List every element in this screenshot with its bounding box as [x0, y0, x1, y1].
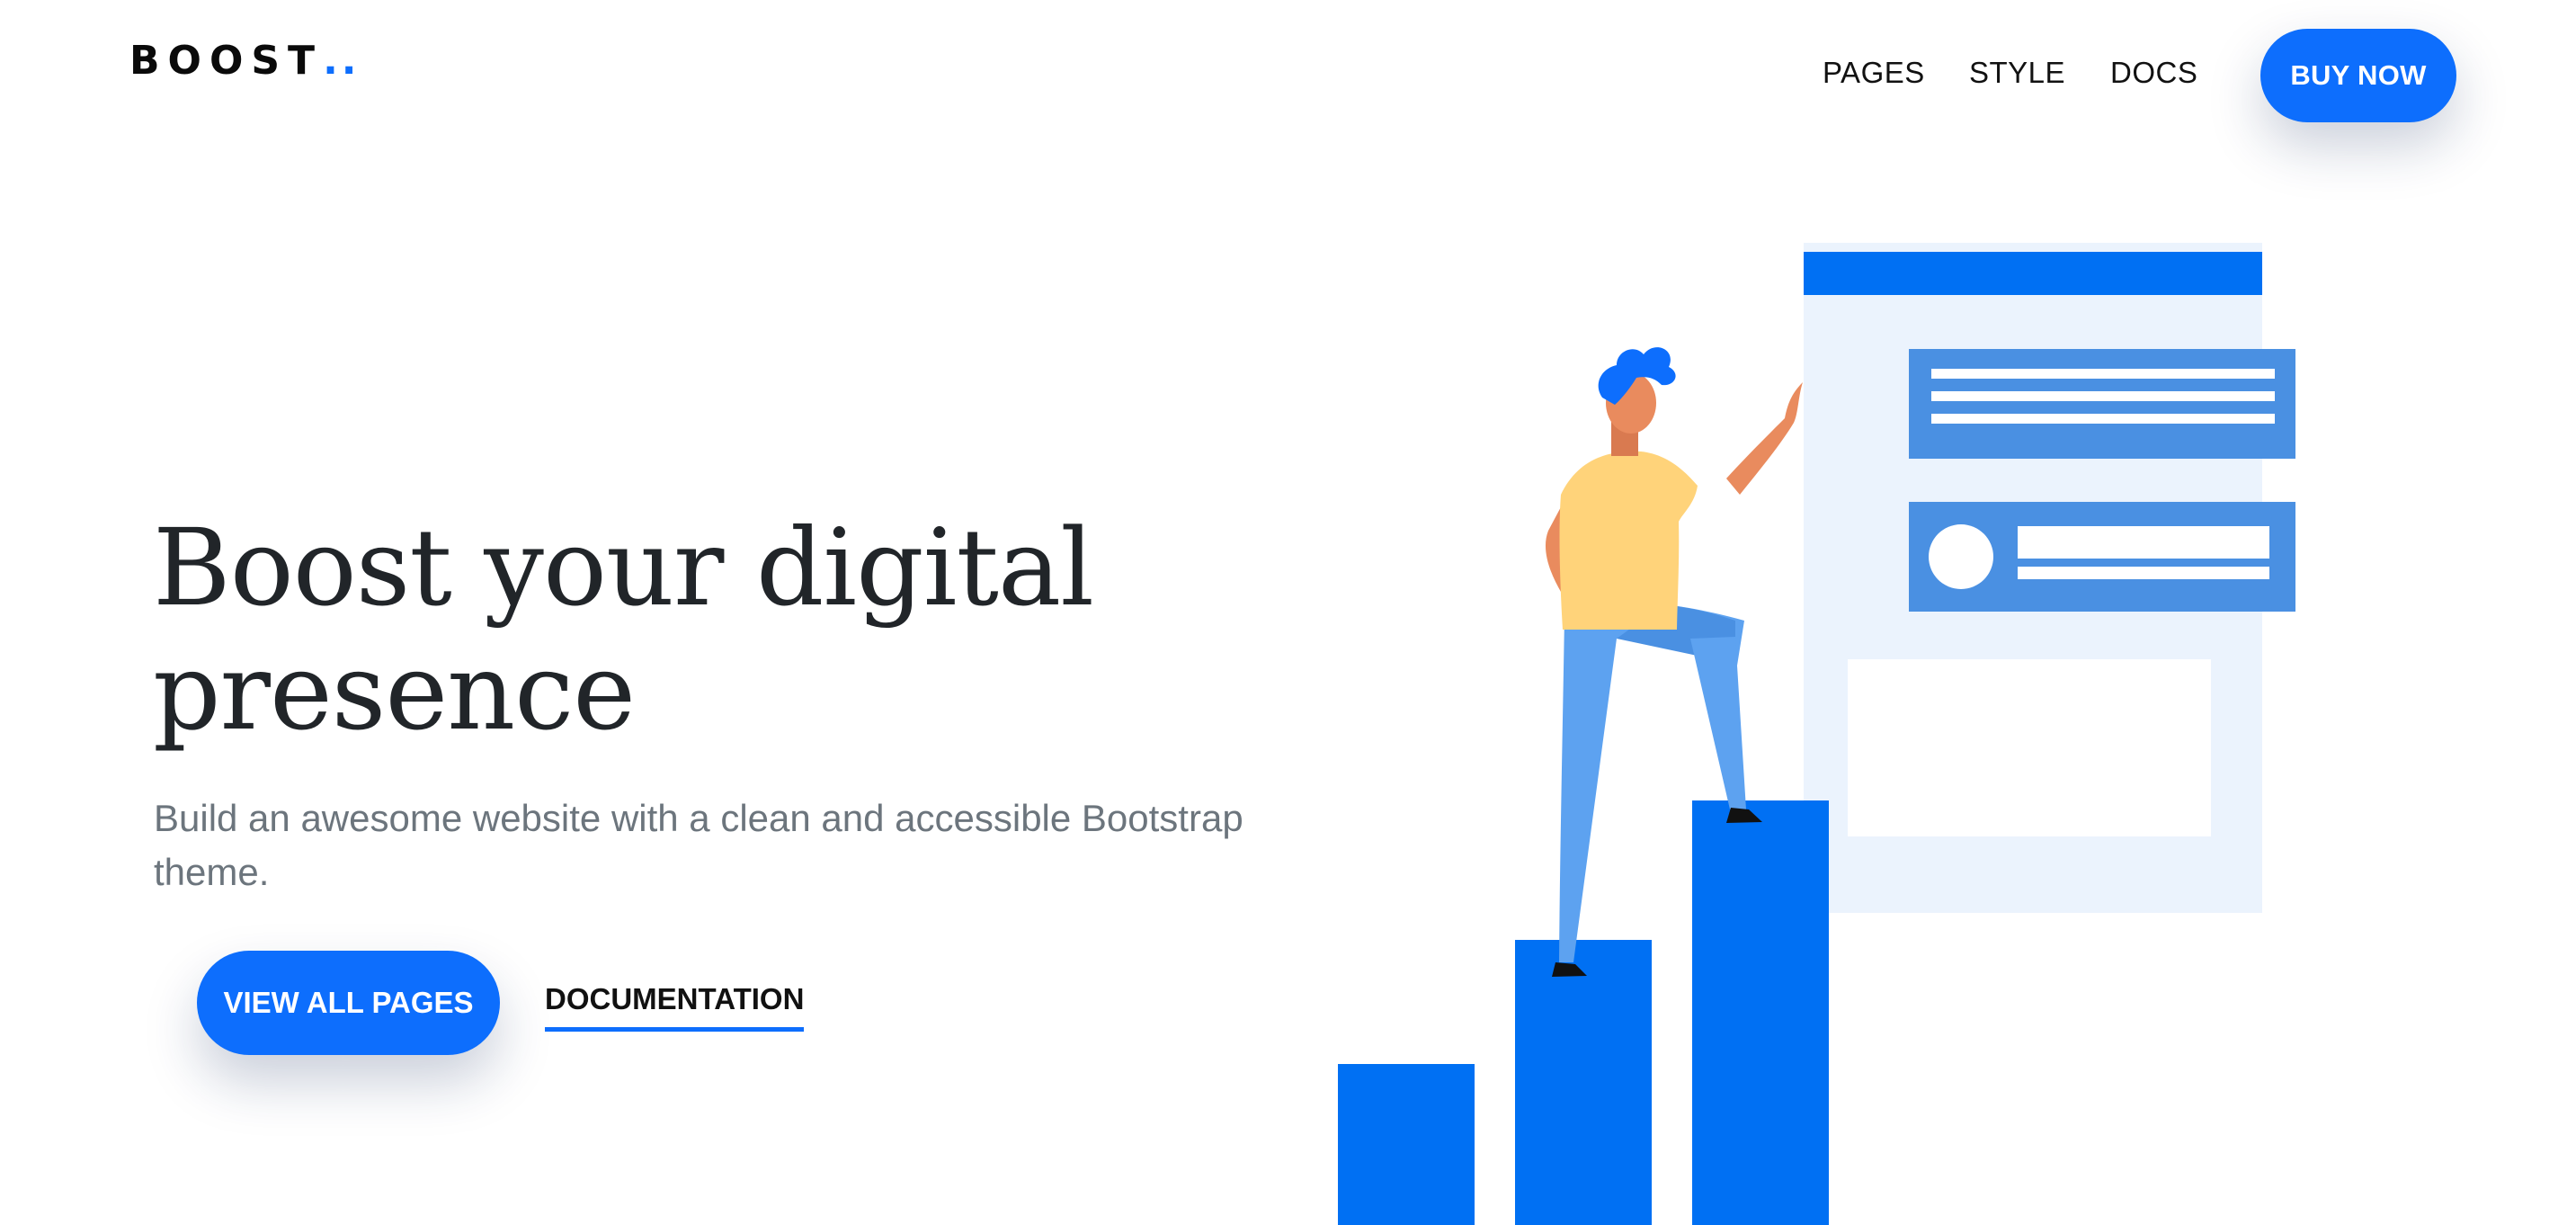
- card-2-line-1: [2018, 526, 2269, 559]
- website-panel-header: [1804, 252, 2262, 295]
- chart-bar-1: [1338, 1064, 1475, 1225]
- hero-illustration: [1338, 243, 2295, 1225]
- view-all-pages-button[interactable]: VIEW ALL PAGES: [197, 951, 500, 1055]
- brand-logo[interactable]: BOOST..: [129, 38, 361, 84]
- content-card-3: [1848, 659, 2211, 836]
- hero-title: Boost your digital presence: [153, 505, 1322, 754]
- chart-bar-2: [1515, 940, 1652, 1225]
- card-1-line-2: [1931, 391, 2275, 401]
- buy-now-button[interactable]: BUY NOW: [2260, 29, 2456, 122]
- card-1-line-3: [1931, 414, 2275, 424]
- card-2-line-2: [2018, 567, 2269, 579]
- hero-title-line-2: presence: [153, 630, 636, 754]
- avatar-placeholder: [1929, 524, 1993, 589]
- nav-item-pages[interactable]: PAGES: [1823, 56, 1925, 90]
- hero-title-line-1: Boost your digital: [153, 505, 1094, 630]
- documentation-link[interactable]: DOCUMENTATION: [545, 982, 805, 1032]
- brand-logo-text: BOOST: [129, 38, 324, 84]
- chart-bar-3: [1692, 800, 1829, 1225]
- nav-item-docs[interactable]: DOCS: [2110, 56, 2197, 90]
- hero-subtitle: Build an awesome website with a clean an…: [154, 797, 1243, 893]
- brand-logo-dots: ..: [323, 38, 361, 84]
- card-1-line-1: [1931, 369, 2275, 379]
- content-card-1: [1909, 349, 2295, 459]
- nav-item-style[interactable]: STYLE: [1969, 56, 2065, 90]
